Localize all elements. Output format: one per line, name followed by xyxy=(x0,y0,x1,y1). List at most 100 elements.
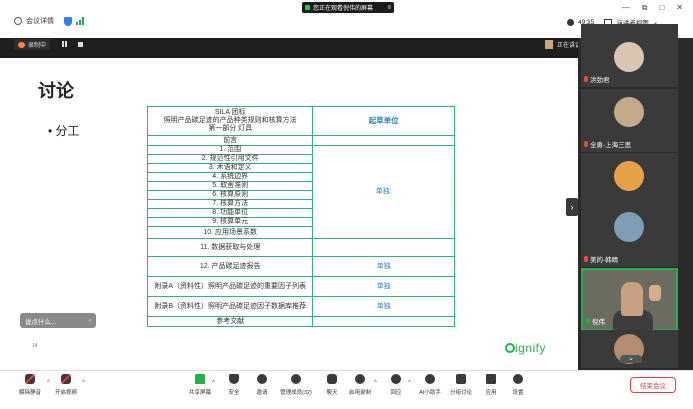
share-screen-icon xyxy=(195,374,205,384)
restore-icon[interactable]: ⧉ xyxy=(642,3,648,13)
signal-icon[interactable] xyxy=(76,17,84,25)
collapse-sidebar-button[interactable]: ⌄ xyxy=(620,355,642,363)
emoji-icon xyxy=(391,374,401,384)
invite-button[interactable]: 邀请 xyxy=(244,374,280,396)
header-line: 第一部分 灯具 xyxy=(208,125,253,132)
toolbar-label: 共享屏幕 xyxy=(188,390,211,396)
mic-off-icon xyxy=(25,374,35,384)
share-icon xyxy=(305,5,310,10)
participant-tile[interactable]: 美的-韩晴 xyxy=(581,204,678,267)
table-cell: 1. 范围 xyxy=(146,145,314,155)
table-header-left: SILA 团标 照明产品碳足迹的产品种类规则和核算方法 第一部分 灯具 xyxy=(146,106,314,136)
minimize-icon[interactable]: — xyxy=(622,3,630,13)
close-icon[interactable]: ✕ xyxy=(676,3,683,13)
slide-bullet: • 分工 xyxy=(48,124,80,138)
mic-on-icon xyxy=(586,318,590,324)
maximize-icon[interactable]: □ xyxy=(659,3,664,13)
shield-icon[interactable] xyxy=(64,16,72,26)
table-cell: 参考文献 xyxy=(146,316,314,327)
speaker-face xyxy=(621,282,643,316)
toolbar-label: 分组讨论 xyxy=(449,390,472,396)
participant-label: 美的-韩晴 xyxy=(590,257,619,264)
table-cell: 2. 规范性引用文件 xyxy=(146,154,314,164)
stop-recording-button[interactable] xyxy=(76,40,84,48)
chevron-up-icon[interactable]: ^ xyxy=(212,380,215,386)
table-cell: 附录A（资料性）照明产品碳足迹的重要因子列表 xyxy=(146,276,314,297)
participant-label: 倪伟 xyxy=(592,319,605,326)
table-cell xyxy=(312,238,455,257)
gear-icon xyxy=(513,374,523,384)
participant-name: 倪伟 xyxy=(586,316,605,326)
signify-mark-icon xyxy=(505,343,515,353)
gallery-toggle-button[interactable]: › xyxy=(566,198,578,216)
header-line: 照明产品碳足迹的产品种类规则和核算方法 xyxy=(163,117,297,124)
table-cell: 11. 数据获取与处理 xyxy=(146,238,314,257)
active-speaker-tile[interactable]: 倪伟 xyxy=(581,268,678,331)
toolbar-label: 聊天 xyxy=(326,390,338,396)
banner-text: 您正在观看倪伟的屏幕 xyxy=(313,6,374,12)
table-cell: 5. 取舍准则 xyxy=(146,181,314,191)
toolbar-label: 回应 xyxy=(390,390,402,396)
table-cell: 7. 核算方法 xyxy=(146,199,314,209)
mic-off-icon xyxy=(584,76,588,82)
toolbar-label: 安全 xyxy=(228,390,240,396)
toolbar-label: 解除静音 xyxy=(18,390,41,396)
drafting-table: SILA 团标 照明产品碳足迹的产品种类规则和核算方法 第一部分 灯具 起草单位… xyxy=(146,106,455,327)
table-cell xyxy=(312,316,455,327)
table-cell: 前言 xyxy=(146,135,314,146)
table-cell: 9. 核算单元 xyxy=(146,217,314,227)
avatar xyxy=(614,97,644,127)
window-controls: — ⧉ □ ✕ xyxy=(622,3,683,13)
table-cell: 10. 应用场景系数 xyxy=(146,226,314,239)
participant-tile[interactable]: 洪劲君 xyxy=(581,24,678,87)
manage-participants-button[interactable]: 管理成员(32) xyxy=(278,374,314,396)
merged-assignment-cell: 单独: xyxy=(312,145,455,239)
meeting-info[interactable]: 会议详情 xyxy=(14,14,84,28)
start-video-button[interactable]: 开启视频 xyxy=(48,374,84,396)
logo-text: ignify xyxy=(515,341,547,355)
signify-logo: ignify xyxy=(505,341,546,355)
toolbar-label: 开启视频 xyxy=(54,390,77,396)
recording-label: 录制中 xyxy=(28,43,47,49)
chevron-up-icon[interactable]: ^ xyxy=(408,380,411,386)
avatar xyxy=(614,212,644,242)
people-icon xyxy=(291,374,301,384)
unmute-button[interactable]: 解除静音 xyxy=(12,374,48,396)
grid-icon xyxy=(486,374,496,384)
table-cell: 3. 术语和定义 xyxy=(146,163,314,173)
chevron-left-icon[interactable]: ‹ xyxy=(89,318,91,324)
chat-input-hint[interactable]: 说点什么... ‹ xyxy=(20,313,96,328)
meeting-label[interactable]: 会议详情 xyxy=(26,16,54,26)
toolbar-label: 应用 xyxy=(485,390,497,396)
breakout-icon xyxy=(456,374,466,384)
participant-label: 全勇-上海三思 xyxy=(590,142,632,149)
chevron-up-icon[interactable]: ^ xyxy=(374,380,377,386)
settings-button[interactable]: 设置 xyxy=(500,374,536,396)
end-meeting-button[interactable]: 结束会议 xyxy=(630,377,676,393)
table-cell: 单独 xyxy=(312,256,455,277)
robot-icon xyxy=(425,374,435,384)
participant-label: 洪劲君 xyxy=(590,77,610,84)
mic-off-icon xyxy=(584,141,588,147)
table-cell: 12. 产品碳足迹报告 xyxy=(146,256,314,277)
speaker-hand xyxy=(649,285,661,301)
record-button[interactable]: 启用录制 xyxy=(342,374,378,396)
chat-hint-text: 说点什么... xyxy=(25,318,57,326)
avatar xyxy=(614,42,644,72)
screen-share-banner[interactable]: 您正在观看倪伟的屏幕 ≡ xyxy=(302,2,394,13)
record-icon xyxy=(355,374,365,384)
banner-menu-icon[interactable]: ≡ xyxy=(387,5,391,11)
table-cell xyxy=(312,135,455,146)
participant-name: 全勇-上海三思 xyxy=(584,139,631,149)
participant-name: 洪劲君 xyxy=(584,74,610,84)
toolbar-label: 设置 xyxy=(512,390,524,396)
mic-off-icon xyxy=(584,256,588,262)
table-cell: 6. 核算原则 xyxy=(146,190,314,200)
table-header-right: 起草单位 xyxy=(312,106,455,136)
participant-name: 美的-韩晴 xyxy=(584,254,618,264)
chevron-up-icon[interactable]: ^ xyxy=(82,380,85,386)
participant-tile[interactable]: 全勇-上海三思 xyxy=(581,89,678,152)
avatar xyxy=(614,161,644,191)
pause-recording-button[interactable] xyxy=(60,40,68,48)
toolbar-label: 启用录制 xyxy=(348,390,371,396)
